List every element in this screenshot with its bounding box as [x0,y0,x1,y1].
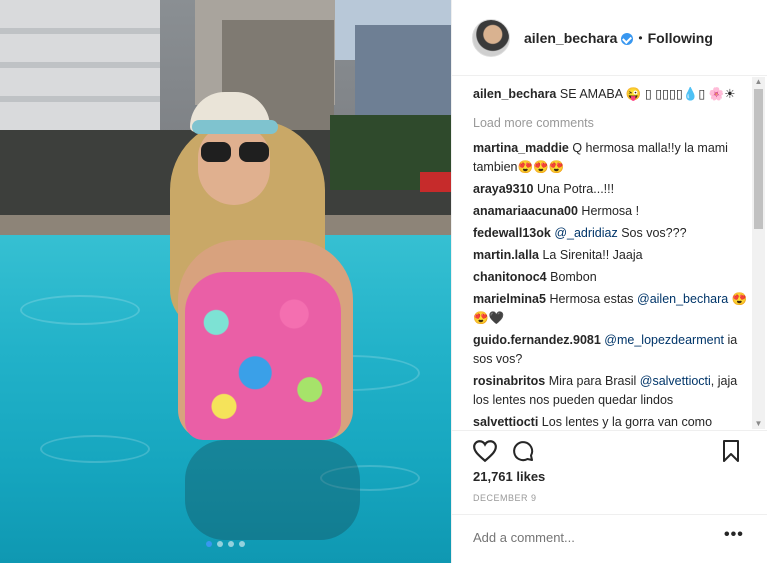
caption: ailen_bechara SE AMABA 😜 ▯ ▯▯▯▯💧▯ 🌸☀ [473,85,752,104]
load-more-comments-link[interactable]: Load more comments [473,114,752,133]
photo-swimsuit [185,272,341,440]
list-item: martin.lalla La Sirenita!! Jaaja [473,246,752,265]
carousel-dot[interactable] [228,541,234,547]
post-actions [452,430,767,470]
list-item: salvettiocti Los lentes y la gorra van c… [473,413,752,430]
comment-username[interactable]: salvettiocti [473,415,538,429]
heart-icon[interactable] [472,439,498,463]
list-item: guido.fernandez.9081 @me_lopezdearment i… [473,331,752,369]
comment-username[interactable]: fedewall13ok [473,226,551,240]
comment-text: La Sirenita!! Jaaja [542,248,643,262]
photo-building-right [355,25,451,125]
comment-username[interactable]: rosinabritos [473,374,545,388]
list-item: marielmina5 Hermosa estas @ailen_bechara… [473,290,752,328]
photo-cap-brim [192,120,278,134]
following-button[interactable]: Following [648,30,713,46]
comment-text: Los lentes y la gorra van como [541,415,713,429]
comment-bubble-icon[interactable] [510,439,536,463]
post-date: DECEMBER 9 [473,493,537,503]
carousel-dot[interactable] [239,541,245,547]
comment-text: Hermosa ! [581,204,640,218]
comments-list[interactable]: ailen_bechara SE AMABA 😜 ▯ ▯▯▯▯💧▯ 🌸☀ Loa… [452,77,752,430]
photo-red-chair [420,172,451,192]
comment-mention-link[interactable]: @salvettiocti [640,374,711,388]
carousel-dot[interactable] [206,541,212,547]
list-item: anamariaacuna00 Hermosa ! [473,202,752,221]
comment-username[interactable]: araya9310 [473,182,533,196]
scroll-down-arrow-icon[interactable]: ▼ [752,419,765,429]
bookmark-icon[interactable] [720,439,742,463]
carousel-dot[interactable] [217,541,223,547]
more-options-icon[interactable]: ••• [724,526,744,544]
comment-username[interactable]: chanitonoc4 [473,270,547,284]
post-header: ailen_bechara • Following [452,0,767,76]
comment-text: Sos vos??? [621,226,687,240]
photo-building-left [0,0,160,130]
verified-badge-icon [621,32,634,45]
list-item: araya9310 Una Potra...!!! [473,180,752,199]
comment-username[interactable]: martin.lalla [473,248,539,262]
list-item: chanitonoc4 Bombon [473,268,752,287]
comment-text: Bombon [550,270,597,284]
header-username[interactable]: ailen_bechara [524,30,617,46]
post-side-panel: ailen_bechara • Following ailen_bechara … [451,0,767,563]
caption-text: SE AMABA 😜 ▯ ▯▯▯▯💧▯ 🌸☀ [559,87,736,101]
caption-username[interactable]: ailen_bechara [473,87,556,101]
photo-sunglasses [201,142,269,162]
scrollbar-thumb[interactable] [754,89,763,229]
comment-username[interactable]: guido.fernandez.9081 [473,333,601,347]
comment-text: Una Potra...!!! [536,182,615,196]
photo-person-face [198,125,270,205]
comment-mention-link[interactable]: @_adridiaz [554,226,617,240]
add-comment-bar: ••• [452,514,767,563]
comment-mention-link[interactable]: @ailen_bechara [637,292,728,306]
likes-count[interactable]: 21,761 likes [473,469,545,484]
scroll-up-arrow-icon[interactable]: ▲ [752,77,765,87]
comment-mention-link[interactable]: @me_lopezdearment [604,333,724,347]
list-item: martina_maddie Q hermosa malla!!y la mam… [473,139,752,177]
list-item: fedewall13ok @_adridiaz Sos vos??? [473,224,752,243]
list-item: rosinabritos Mira para Brasil @salvettio… [473,372,752,410]
add-comment-input[interactable] [473,530,713,545]
avatar[interactable] [472,18,510,57]
comments-scrollbar[interactable]: ▲ ▼ [752,77,765,429]
carousel-dots [0,541,451,547]
comment-text: Hermosa estas [549,292,634,306]
photo-reflection [185,440,360,540]
post-photo[interactable] [0,0,451,563]
comment-text: Mira para Brasil [548,374,637,388]
comment-username[interactable]: anamariaacuna00 [473,204,578,218]
comment-username[interactable]: martina_maddie [473,141,569,155]
comment-username[interactable]: marielmina5 [473,292,546,306]
header-separator: • [638,30,643,45]
